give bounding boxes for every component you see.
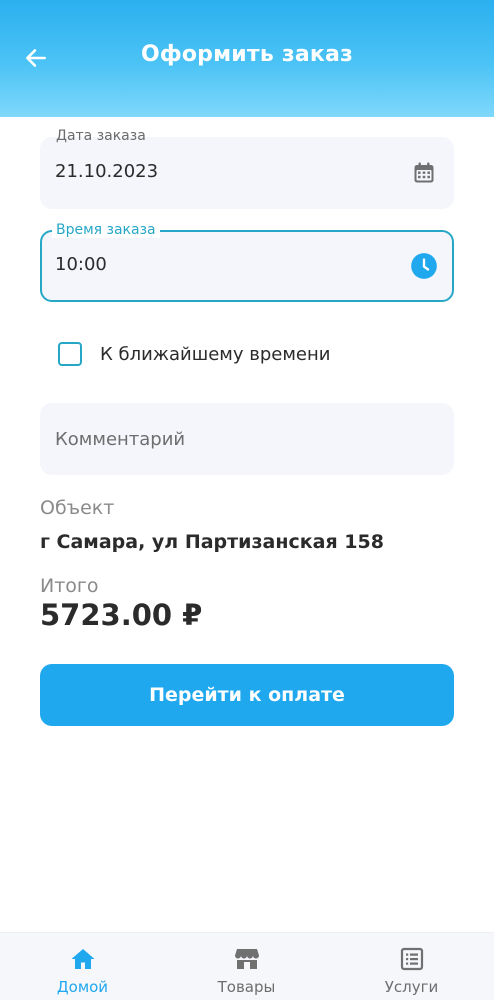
list-icon[interactable] <box>399 946 425 972</box>
order-date-value[interactable]: 21.10.2023 <box>55 161 158 182</box>
nearest-time-label: К ближайшему времени <box>100 343 331 365</box>
nav-label-home: Домой <box>56 978 109 996</box>
order-time-label: Время заказа <box>52 222 160 238</box>
order-date-label: Дата заказа <box>56 128 146 144</box>
app-header: Оформить заказ <box>0 0 494 117</box>
go-to-payment-button[interactable]: Перейти к оплате <box>40 664 454 726</box>
store-icon[interactable] <box>234 946 260 972</box>
nav-item-goods[interactable]: Товары <box>164 933 329 1000</box>
nav-item-services[interactable]: Услуги <box>329 933 494 1000</box>
order-time-value[interactable]: 10:00 <box>55 254 107 275</box>
total-amount: 5723.00 ₽ <box>40 598 203 632</box>
clock-icon[interactable] <box>410 252 438 280</box>
nearest-time-checkbox-row[interactable]: К ближайшему времени <box>58 340 330 368</box>
home-icon[interactable] <box>70 946 96 972</box>
nearest-time-checkbox[interactable] <box>58 342 82 366</box>
object-label: Объект <box>40 497 115 519</box>
object-address: г Самара, ул Партизанская 158 <box>40 531 384 553</box>
order-time-field[interactable]: Время заказа 10:00 <box>40 222 454 302</box>
order-date-field[interactable]: Дата заказа 21.10.2023 <box>40 128 454 209</box>
nav-item-home[interactable]: Домой <box>0 933 165 1000</box>
total-label: Итого <box>40 575 99 597</box>
comment-input[interactable] <box>40 403 454 475</box>
nav-label-goods: Товары <box>217 978 276 996</box>
calendar-icon[interactable] <box>410 159 438 187</box>
page-title: Оформить заказ <box>140 42 354 67</box>
nav-label-services: Услуги <box>384 978 439 996</box>
bottom-navigation: Домой Товары Услуги <box>0 932 494 1000</box>
